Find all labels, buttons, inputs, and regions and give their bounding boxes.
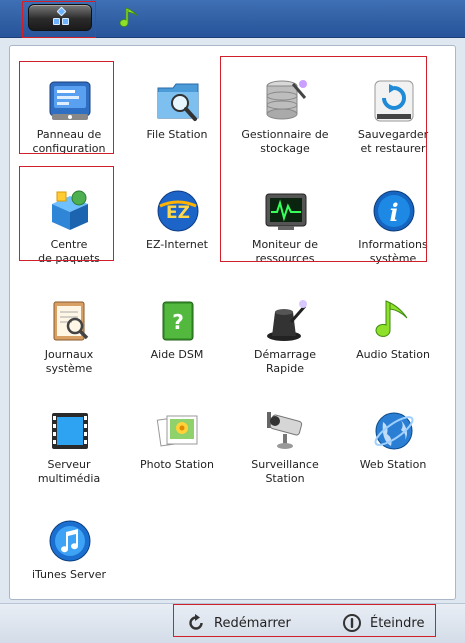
- app-label: Photo Station: [140, 458, 214, 471]
- itunes-server-icon: [49, 520, 91, 562]
- app-label: Centre de paquets: [38, 238, 100, 265]
- app-system-log[interactable]: Journaux système: [15, 280, 123, 380]
- restart-icon: [189, 614, 203, 630]
- app-backup-restore[interactable]: Sauvegarder et restaurer: [339, 60, 447, 160]
- system-info-icon: i: [373, 190, 415, 232]
- restart-button[interactable]: Redémarrer: [186, 612, 291, 634]
- app-control-panel[interactable]: Panneau de configuration: [15, 60, 123, 160]
- package-center-icon: [52, 190, 88, 230]
- system-log-icon: [53, 301, 89, 341]
- app-label: Sauvegarder et restaurer: [357, 128, 429, 155]
- audio-station-icon: [375, 300, 408, 337]
- app-photo-station[interactable]: Photo Station: [123, 390, 231, 490]
- app-surveillance-station[interactable]: Surveillance Station: [231, 390, 339, 490]
- app-dsm-help[interactable]: ? Aide DSM: [123, 280, 231, 380]
- app-label: iTunes Server: [31, 568, 107, 581]
- app-label: Démarrage Rapide: [253, 348, 317, 375]
- app-quick-start[interactable]: Démarrage Rapide: [231, 280, 339, 380]
- footer-bar: Redémarrer Éteindre: [0, 603, 465, 643]
- app-label: Web Station: [359, 458, 427, 471]
- app-itunes-server[interactable]: iTunes Server: [15, 500, 123, 600]
- music-note-icon[interactable]: [120, 7, 142, 31]
- app-label: File Station: [146, 128, 208, 141]
- app-label: Panneau de configuration: [32, 128, 106, 155]
- storage-manager-icon: [266, 80, 307, 120]
- app-label: Gestionnaire de stockage: [241, 128, 329, 155]
- app-label: Audio Station: [356, 348, 430, 361]
- shutdown-button[interactable]: Éteindre: [342, 612, 424, 634]
- ez-internet-icon: EZ: [157, 190, 199, 232]
- main-menu-grid-icon: [53, 6, 71, 28]
- app-label: Surveillance Station: [251, 458, 319, 485]
- app-package-center[interactable]: Centre de paquets: [15, 170, 123, 270]
- app-audio-station[interactable]: Audio Station: [339, 280, 447, 380]
- restart-label: Redémarrer: [214, 615, 291, 631]
- resource-monitor-icon: [265, 193, 307, 230]
- app-media-server[interactable]: Serveur multimédia: [15, 390, 123, 490]
- app-web-station[interactable]: Web Station: [339, 390, 447, 490]
- photo-station-icon: [156, 415, 198, 447]
- svg-text:?: ?: [172, 310, 184, 334]
- app-label: Aide DSM: [150, 348, 204, 361]
- app-label: Moniteur de ressources: [251, 238, 319, 265]
- app-system-info[interactable]: i Informations système: [339, 170, 447, 270]
- app-label: Journaux système: [44, 348, 94, 375]
- control-panel-icon: [49, 81, 91, 120]
- backup-restore-icon: [374, 80, 414, 122]
- app-label: Informations système: [358, 238, 428, 265]
- app-label: Serveur multimédia: [37, 458, 101, 485]
- main-menu-button[interactable]: [28, 4, 92, 31]
- power-icon: [343, 614, 361, 632]
- quick-start-icon: [267, 300, 307, 341]
- taskbar: [0, 0, 465, 38]
- dsm-help-icon: ?: [162, 301, 194, 341]
- shutdown-label: Éteindre: [370, 615, 425, 631]
- app-ez-internet[interactable]: EZ EZ-Internet: [123, 170, 231, 270]
- svg-text:i: i: [389, 198, 398, 227]
- svg-text:EZ: EZ: [166, 203, 190, 223]
- surveillance-camera-icon: [267, 412, 303, 449]
- app-storage-manager[interactable]: Gestionnaire de stockage: [231, 60, 339, 160]
- app-file-station[interactable]: File Station: [123, 60, 231, 160]
- web-station-icon: [374, 412, 414, 450]
- folder-search-icon: [157, 83, 199, 121]
- app-label: EZ-Internet: [146, 238, 208, 251]
- media-server-icon: [52, 413, 88, 449]
- main-menu-panel: Panneau de configuration File Station Ge…: [9, 45, 456, 600]
- app-resource-monitor[interactable]: Moniteur de ressources: [231, 170, 339, 270]
